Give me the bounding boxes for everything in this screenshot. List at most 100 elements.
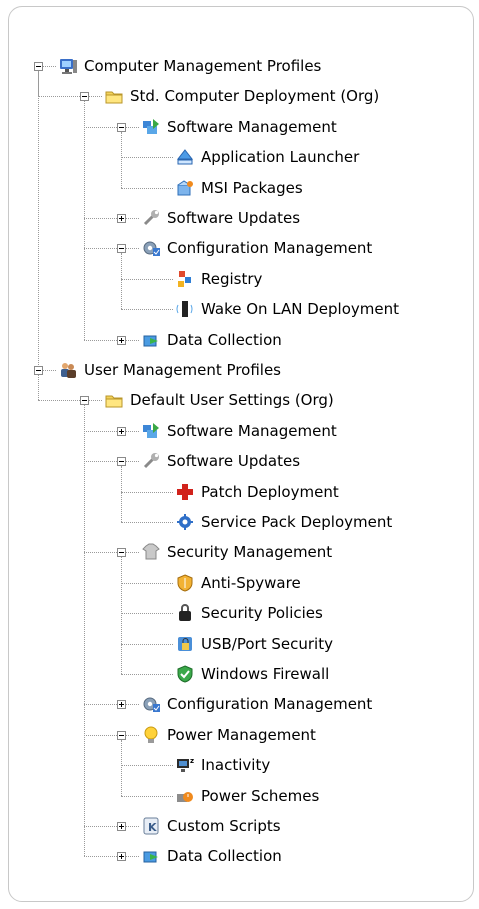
custom-scripts-icon: K	[141, 816, 161, 836]
tree-connector-line	[121, 557, 122, 674]
tree-connector-line	[84, 405, 85, 856]
data-collection-icon	[141, 846, 161, 866]
expand-plus-icon[interactable]	[117, 852, 126, 861]
tree-connector-line	[38, 96, 102, 97]
tree-node[interactable]: Configuration Management	[141, 693, 372, 715]
tree-node[interactable]: Service Pack Deployment	[175, 511, 392, 533]
collapse-minus-icon[interactable]	[117, 731, 126, 740]
tree-connector-line	[121, 466, 122, 522]
tree-node-label: Power Schemes	[201, 787, 320, 805]
tree-node[interactable]: Security Policies	[175, 602, 323, 624]
tree-connector-line	[84, 552, 139, 553]
configuration-gear-icon	[141, 694, 161, 714]
tree-node[interactable]: Computer Management Profiles	[58, 55, 321, 77]
tree-node-label: Data Collection	[167, 847, 282, 865]
tree-node[interactable]: Power Management	[141, 724, 316, 746]
collapse-minus-icon[interactable]	[80, 396, 89, 405]
tree-node[interactable]: Anti-Spyware	[175, 572, 301, 594]
tree-connector-line	[84, 248, 139, 249]
tree-node-label: Security Policies	[201, 604, 323, 622]
tree-connector-line	[84, 101, 85, 340]
msi-package-icon	[175, 178, 195, 198]
expand-plus-icon[interactable]	[117, 214, 126, 223]
tree-node[interactable]: Software Management	[141, 420, 337, 442]
collapse-minus-icon[interactable]	[117, 123, 126, 132]
expand-plus-icon[interactable]	[117, 822, 126, 831]
lightbulb-icon	[141, 725, 161, 745]
tree-node-label: Power Management	[167, 726, 316, 744]
tree-connector-line	[121, 132, 122, 188]
inactivity-monitor-icon: z	[175, 755, 195, 775]
tree-connector-line	[121, 644, 173, 645]
tree-node-label: Application Launcher	[201, 148, 360, 166]
tree-node-label: Configuration Management	[167, 695, 373, 713]
tree-connector-line	[84, 704, 139, 705]
service-pack-icon	[175, 512, 195, 532]
configuration-gear-icon	[141, 238, 161, 258]
tree-node[interactable]: Power Schemes	[175, 785, 319, 807]
tree-node-label: Windows Firewall	[201, 665, 330, 683]
expand-plus-icon[interactable]	[117, 427, 126, 436]
tree-node[interactable]: Configuration Management	[141, 237, 372, 259]
usb-lock-icon	[175, 634, 195, 654]
collapse-minus-icon[interactable]	[117, 548, 126, 557]
tree-connector-line	[121, 188, 173, 189]
expand-plus-icon[interactable]	[117, 336, 126, 345]
tree-node-label: Configuration Management	[167, 239, 373, 257]
tree-connector-line	[121, 613, 173, 614]
tree-node[interactable]: Default User Settings (Org)	[104, 389, 334, 411]
tree-node[interactable]: User Management Profiles	[58, 359, 281, 381]
tree-connector-line	[84, 340, 139, 341]
tree-node[interactable]: USB/Port Security	[175, 633, 333, 655]
collapse-minus-icon[interactable]	[80, 92, 89, 101]
wrench-icon	[141, 208, 161, 228]
tree-node-label: Data Collection	[167, 331, 282, 349]
tree-connector-line	[84, 826, 139, 827]
svg-text:z: z	[190, 757, 194, 765]
tree-node-label: Service Pack Deployment	[201, 513, 393, 531]
tree-node[interactable]: Software Updates	[141, 207, 300, 229]
tree-connector-line	[38, 71, 39, 375]
tree-connector-line	[84, 461, 139, 462]
tree-node[interactable]: Windows Firewall	[175, 663, 329, 685]
tree-node[interactable]: Data Collection	[141, 845, 282, 867]
tree-node[interactable]: Application Launcher	[175, 146, 359, 168]
tree-node[interactable]: MSI Packages	[175, 177, 303, 199]
patch-cross-icon	[175, 482, 195, 502]
tree-node-label: Inactivity	[201, 756, 271, 774]
security-shirt-icon	[141, 542, 161, 562]
tree-node[interactable]: Software Management	[141, 116, 337, 138]
tree-connector-line	[38, 375, 39, 400]
collapse-minus-icon[interactable]	[34, 366, 43, 375]
collapse-minus-icon[interactable]	[117, 457, 126, 466]
svg-text:K: K	[148, 821, 157, 834]
tree-connector-line	[121, 740, 122, 796]
tree-node-label: Custom Scripts	[167, 817, 281, 835]
tree-node[interactable]: K Custom Scripts	[141, 815, 281, 837]
tree-node[interactable]: Wake On LAN Deployment	[175, 298, 399, 320]
tree-node-label: Anti-Spyware	[201, 574, 301, 592]
tree-node[interactable]: Software Updates	[141, 450, 300, 472]
tree-node[interactable]: Patch Deployment	[175, 481, 339, 503]
tree-node[interactable]: Security Management	[141, 541, 332, 563]
registry-icon	[175, 269, 195, 289]
tree-node-label: Std. Computer Deployment (Org)	[130, 87, 380, 105]
tree-node[interactable]: Registry	[175, 268, 262, 290]
security-lock-icon	[175, 603, 195, 623]
folder-icon	[104, 390, 124, 410]
tree-node[interactable]: Data Collection	[141, 329, 282, 351]
anti-spyware-shield-icon	[175, 573, 195, 593]
tree-connector-line	[38, 400, 102, 401]
tree-node[interactable]: Std. Computer Deployment (Org)	[104, 85, 379, 107]
collapse-minus-icon[interactable]	[117, 244, 126, 253]
tree-node-label: Patch Deployment	[201, 483, 339, 501]
tree-node-label: Software Updates	[167, 452, 301, 470]
software-management-icon	[141, 117, 161, 137]
tree-node-label: Default User Settings (Org)	[130, 391, 334, 409]
tree-connector-line	[121, 309, 173, 310]
collapse-minus-icon[interactable]	[34, 62, 43, 71]
expand-plus-icon[interactable]	[117, 700, 126, 709]
data-collection-icon	[141, 330, 161, 350]
tree-node[interactable]: z Inactivity	[175, 754, 270, 776]
tree-connector-line	[121, 253, 122, 309]
